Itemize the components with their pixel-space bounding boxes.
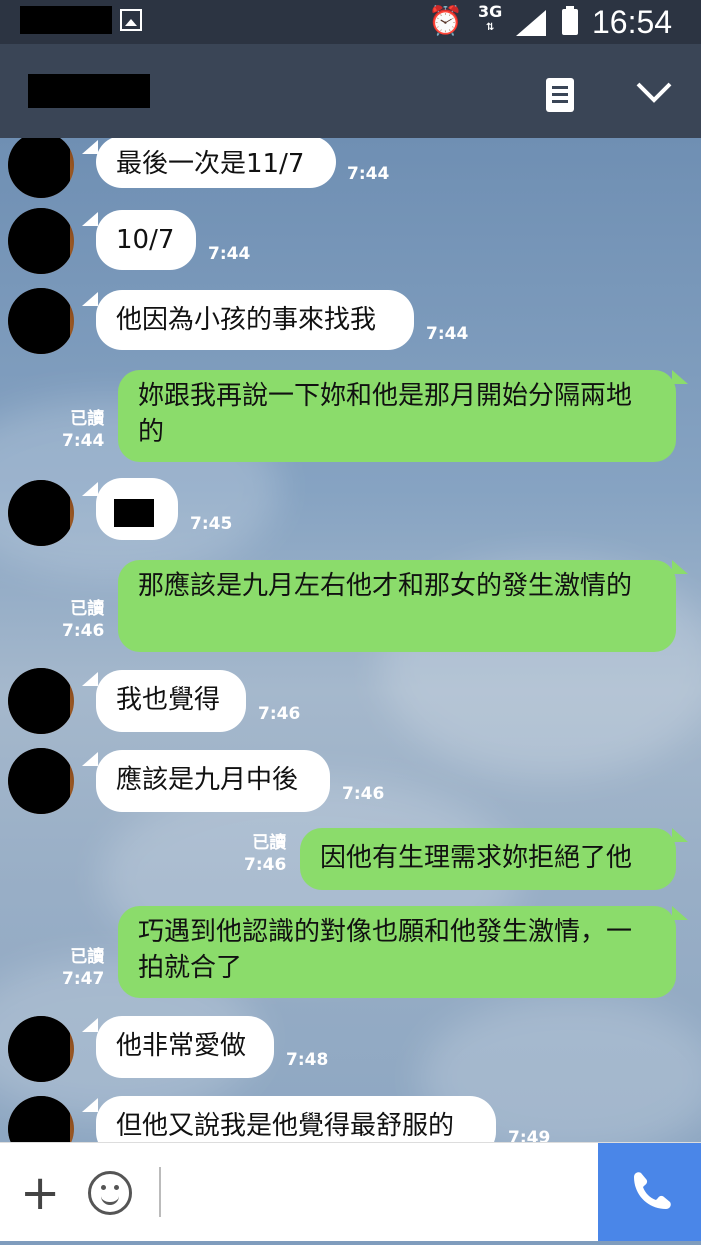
message-text: 最後一次是11/7 [116,149,305,179]
message-bubble[interactable]: 巧遇到他認識的對像也願和他發生激情，一拍就合了 [118,906,676,998]
chat-area[interactable]: 最後一次是11/7 7:44 10/7 7:44 他因為小孩的事來找我 7:44… [0,138,701,1142]
chevron-down-icon[interactable] [634,78,674,108]
read-receipt: 已讀 7:46 [244,833,287,875]
redacted-contact-name [28,74,150,108]
message-text: 他非常愛做 [116,1031,247,1061]
message-time: 7:46 [258,704,301,724]
plus-icon[interactable]: + [20,1169,60,1217]
read-receipt: 已讀 7:47 [62,947,105,989]
contact-avatar[interactable] [8,1016,74,1082]
contact-avatar[interactable] [8,138,74,198]
contact-avatar[interactable] [8,288,74,354]
message-bubble[interactable]: 我也覺得 [96,670,246,732]
message-time: 7:45 [190,514,233,534]
message-bubble[interactable]: 那應該是九月左右他才和那女的發生激情的 [118,560,676,652]
contact-avatar[interactable] [8,480,74,546]
message-text: 我也覺得 [116,685,221,715]
redacted-block [114,498,154,527]
message-text: 巧遇到他認識的對像也願和他發生激情，一拍就合了 [138,917,633,983]
image-notification-icon [120,9,142,31]
list-menu-icon[interactable] [546,78,574,112]
phone-icon [634,1172,671,1209]
message-bubble[interactable]: 因他有生理需求妳拒絕了他 [300,828,676,890]
message-input-bar: + [0,1142,701,1241]
message-bubble[interactable]: 應該是九月中後 [96,750,330,812]
redacted-block [20,6,112,34]
chat-header [0,44,701,138]
message-text: 10/7 [116,225,175,255]
message-bubble[interactable]: 妳跟我再說一下妳和他是那月開始分隔兩地的 [118,370,676,462]
alarm-clock-icon: ⏰ [428,4,463,37]
emoji-icon[interactable] [88,1171,132,1215]
message-bubble[interactable]: 10/7 [96,210,196,270]
contact-avatar[interactable] [8,748,74,814]
message-text: 應該是九月中後 [116,765,299,795]
message-bubble[interactable]: 他非常愛做 [96,1016,274,1078]
battery-icon [562,6,578,35]
message-text: 他因為小孩的事來找我 [116,305,377,335]
message-text: 但他又說我是他覺得最舒服的 [116,1111,455,1141]
call-button[interactable] [598,1143,701,1241]
contact-avatar[interactable] [8,1096,74,1142]
message-time: 7:49 [508,1128,551,1142]
contact-avatar[interactable] [8,668,74,734]
message-time: 7:44 [347,164,390,184]
status-bar: ⏰ 3G ⇅ 16:54 [0,0,701,44]
message-input[interactable] [159,1167,161,1217]
message-time: 7:44 [208,244,251,264]
message-time: 7:48 [286,1050,329,1070]
message-bubble[interactable]: 但他又說我是他覺得最舒服的 [96,1096,496,1142]
contact-avatar[interactable] [8,208,74,274]
message-text: 那應該是九月左右他才和那女的發生激情的 [138,571,633,601]
network-type: 3G ⇅ [478,2,503,34]
signal-icon [516,10,546,36]
message-bubble[interactable]: 他因為小孩的事來找我 [96,290,414,350]
message-text: 妳跟我再說一下妳和他是那月開始分隔兩地的 [138,381,633,447]
clock: 16:54 [592,4,673,40]
message-time: 7:44 [426,324,469,344]
message-bubble[interactable]: 最後一次是11/7 [96,138,336,188]
message-bubble[interactable] [96,478,178,540]
read-receipt: 已讀 7:46 [62,599,105,641]
message-text: 因他有生理需求妳拒絕了他 [320,843,633,873]
read-receipt: 已讀 7:44 [62,409,105,451]
message-time: 7:46 [342,784,385,804]
